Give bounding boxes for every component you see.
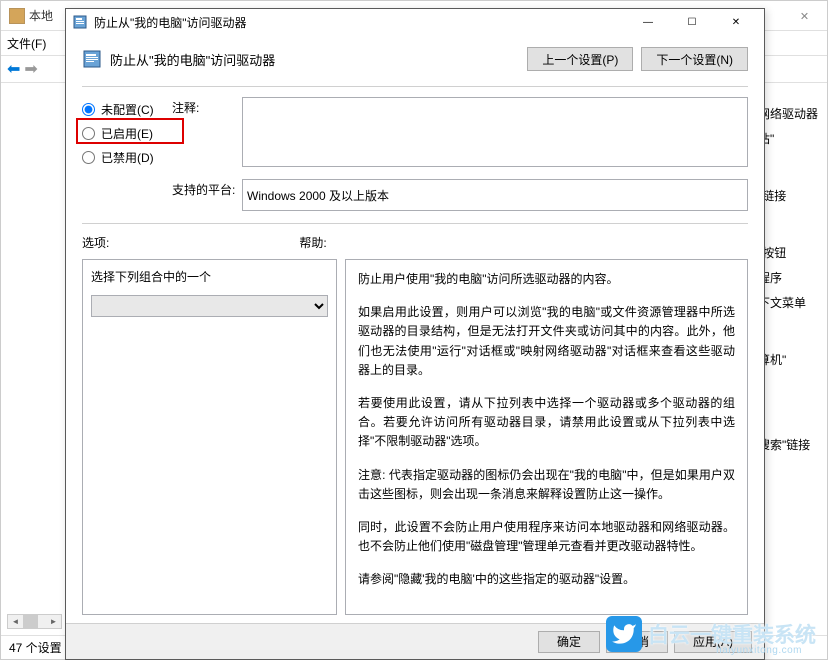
help-label: 帮助: xyxy=(299,234,326,251)
bg-window-controls: ✕ xyxy=(782,1,827,31)
status-text: 47 个设置 xyxy=(9,639,62,656)
platform-value: Windows 2000 及以上版本 xyxy=(247,187,389,204)
options-panel: 选择下列组合中的一个 xyxy=(82,259,337,615)
watermark-url: haiyunxitong.com xyxy=(716,645,802,656)
radio-input[interactable] xyxy=(82,103,95,116)
header-text: 防止从"我的电脑"访问驱动器 xyxy=(110,50,519,69)
divider xyxy=(82,223,748,224)
help-paragraph: 如果启用此设置，则用户可以浏览"我的电脑"或文件资源管理器中所选驱动器的目录结构… xyxy=(358,303,735,380)
file-menu[interactable]: 文件(F) xyxy=(7,35,46,52)
help-paragraph: 注意: 代表指定驱动器的图标仍会出现在"我的电脑"中，但是如果用户双击这些图标，… xyxy=(358,466,735,504)
minimize-button[interactable]: — xyxy=(626,9,670,35)
dialog-body: 防止从"我的电脑"访问驱动器 上一个设置(P) 下一个设置(N) 未配置(C) … xyxy=(66,35,764,627)
help-paragraph: 同时，此设置不会防止用户使用程序来访问本地驱动器和网络驱动器。也不会防止他们使用… xyxy=(358,518,735,556)
dialog-titlebar: 防止从"我的电脑"访问驱动器 — ☐ ✕ xyxy=(66,9,764,35)
scroll-left-icon[interactable]: ◄ xyxy=(8,615,23,628)
dialog-title: 防止从"我的电脑"访问驱动器 xyxy=(94,14,626,31)
ok-button[interactable]: 确定 xyxy=(538,631,600,653)
scrollbar-thumb[interactable] xyxy=(23,615,38,628)
watermark-icon xyxy=(606,616,642,652)
bird-icon xyxy=(611,621,637,647)
drive-combo[interactable] xyxy=(91,295,328,317)
radio-enabled[interactable]: 已启用(E) xyxy=(82,121,172,145)
comment-label: 注释: xyxy=(172,97,242,169)
back-arrow-icon[interactable]: ⬅ xyxy=(7,59,20,79)
radio-not-configured[interactable]: 未配置(C) xyxy=(82,97,172,121)
radio-disabled[interactable]: 已禁用(D) xyxy=(82,145,172,169)
radio-group: 未配置(C) 已启用(E) 已禁用(D) xyxy=(82,97,172,169)
radio-input[interactable] xyxy=(82,151,95,164)
policy-icon xyxy=(72,14,88,30)
divider xyxy=(82,86,748,87)
content-row: 选择下列组合中的一个 防止用户使用"我的电脑"访问所选驱动器的内容。 如果启用此… xyxy=(82,259,748,615)
platform-display: Windows 2000 及以上版本 xyxy=(242,179,748,211)
radio-label: 已启用(E) xyxy=(101,125,153,142)
maximize-button[interactable]: ☐ xyxy=(670,9,714,35)
folder-icon xyxy=(9,8,25,24)
policy-dialog: 防止从"我的电脑"访问驱动器 — ☐ ✕ 防止从"我的电脑"访问驱动器 上一个设… xyxy=(65,8,765,660)
watermark: 白云一键重装系统 haiyunxitong.com xyxy=(606,616,816,652)
settings-icon xyxy=(82,49,102,69)
help-paragraph: 防止用户使用"我的电脑"访问所选驱动器的内容。 xyxy=(358,270,735,289)
platform-label: 支持的平台: xyxy=(172,179,242,211)
radio-label: 未配置(C) xyxy=(101,101,154,118)
previous-setting-button[interactable]: 上一个设置(P) xyxy=(527,47,633,71)
radio-input[interactable] xyxy=(82,127,95,140)
options-text: 选择下列组合中的一个 xyxy=(91,268,328,285)
help-panel: 防止用户使用"我的电脑"访问所选驱动器的内容。 如果启用此设置，则用户可以浏览"… xyxy=(345,259,748,615)
bg-close-button[interactable]: ✕ xyxy=(782,1,827,31)
options-label: 选项: xyxy=(82,234,109,251)
close-button[interactable]: ✕ xyxy=(714,9,758,35)
help-paragraph: 请参阅"隐藏'我的电脑'中的这些指定的驱动器"设置。 xyxy=(358,570,735,589)
radio-label: 已禁用(D) xyxy=(101,149,154,166)
forward-arrow-icon[interactable]: ➡ xyxy=(24,59,37,79)
config-row: 未配置(C) 已启用(E) 已禁用(D) 注释: xyxy=(82,97,748,169)
next-setting-button[interactable]: 下一个设置(N) xyxy=(641,47,748,71)
horizontal-scrollbar[interactable]: ◄ ► xyxy=(7,614,62,629)
platform-row: 支持的平台: Windows 2000 及以上版本 xyxy=(172,179,748,211)
help-paragraph: 若要使用此设置，请从下拉列表中选择一个驱动器或多个驱动器的组合。若要允许访问所有… xyxy=(358,394,735,452)
header-row: 防止从"我的电脑"访问驱动器 上一个设置(P) 下一个设置(N) xyxy=(82,47,748,71)
comment-input[interactable] xyxy=(242,97,748,167)
window-controls: — ☐ ✕ xyxy=(626,9,758,35)
section-labels: 选项: 帮助: xyxy=(82,234,748,251)
scroll-right-icon[interactable]: ► xyxy=(46,615,61,628)
comment-section: 注释: xyxy=(172,97,748,169)
